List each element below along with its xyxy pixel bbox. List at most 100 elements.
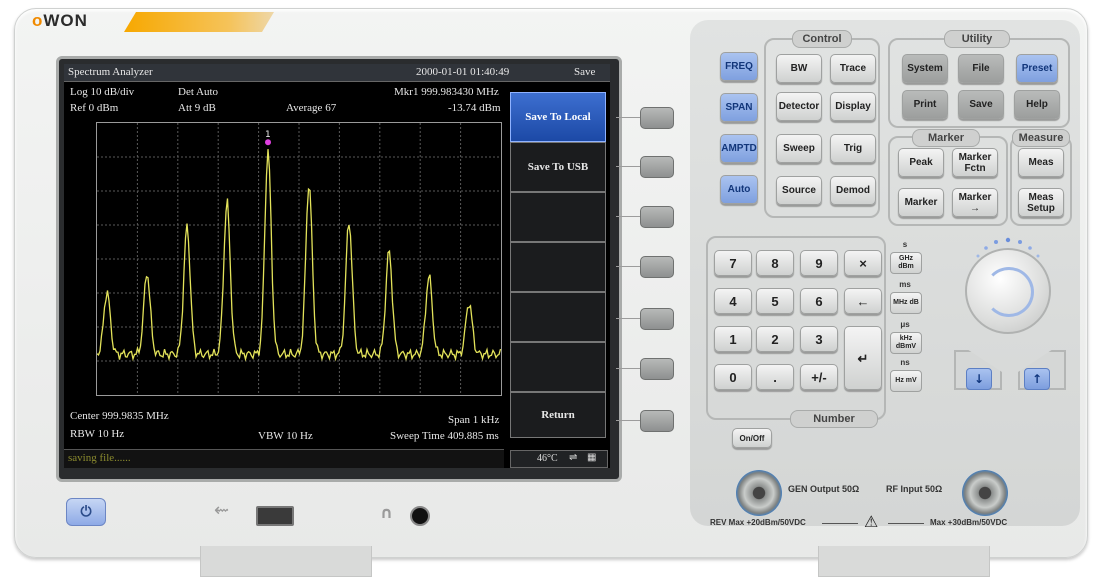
vbw-readout: VBW 10 Hz (258, 430, 313, 442)
softkey-button-6[interactable] (640, 358, 674, 380)
save-key[interactable]: Save (958, 90, 1004, 119)
brand-logo: oWON (32, 11, 88, 30)
softkey-empty-3[interactable] (510, 192, 606, 242)
file-key[interactable]: File (958, 54, 1004, 83)
unit-key-ghz[interactable]: GHz dBm (890, 252, 922, 274)
atten-readout: Att 9 dB (178, 102, 216, 114)
gen-output-connector[interactable] (736, 470, 782, 516)
clear-key[interactable]: × (844, 250, 882, 276)
storage-icon: ▦ (587, 452, 597, 463)
unit-key-mhz[interactable]: MHz dB (890, 292, 922, 314)
marker-level-readout: -13.74 dBm (448, 102, 501, 114)
preset-key[interactable]: Preset (1016, 54, 1058, 83)
gen-output-label: GEN Output 50Ω (788, 484, 860, 494)
amptd-key[interactable]: AMPTD (720, 134, 758, 163)
softkey-button-2[interactable] (640, 156, 674, 178)
key-3[interactable]: 3 (800, 326, 838, 352)
detector-key[interactable]: Detector (776, 92, 822, 121)
key-7[interactable]: 7 (714, 250, 752, 276)
span-key[interactable]: SPAN (720, 93, 758, 122)
softkey-empty-6[interactable] (510, 342, 606, 392)
softkey-return[interactable]: Return (510, 392, 606, 438)
usb-status-icon: ⇌ (569, 452, 578, 463)
temperature-indicator: 46°C ⇌ ▦ (510, 450, 608, 468)
softkey-save-to-local[interactable]: Save To Local (510, 92, 606, 142)
center-readout: Center 999.9835 MHz (70, 410, 169, 422)
key-0[interactable]: 0 (714, 364, 752, 390)
ref-readout: Ref 0 dBm (70, 102, 119, 114)
print-key[interactable]: Print (902, 90, 948, 119)
softkey-empty-5[interactable] (510, 292, 606, 342)
gen-onoff-key[interactable]: On/Off (732, 428, 772, 448)
marker-readout: Mkr1 999.983430 MHz (394, 86, 499, 98)
key-2[interactable]: 2 (756, 326, 794, 352)
softkey-button-4[interactable] (640, 256, 674, 278)
softkey-button-3[interactable] (640, 206, 674, 228)
arrow-up-key[interactable]: ↑ (1024, 368, 1050, 390)
key-5[interactable]: 5 (756, 288, 794, 314)
auto-key[interactable]: Auto (720, 175, 758, 204)
softkey-guide-4 (616, 266, 642, 267)
marker-fctn-key[interactable]: Marker Fctn (952, 148, 998, 177)
marker-to-key[interactable]: Marker → (952, 188, 998, 217)
softkey-guide-3 (616, 216, 642, 217)
trace-key[interactable]: Trace (830, 54, 876, 83)
measure-group-label: Measure (1012, 129, 1070, 147)
display-key[interactable]: Display (830, 92, 876, 121)
trig-key[interactable]: Trig (830, 134, 876, 163)
meas-setup-key[interactable]: Meas Setup (1018, 188, 1064, 217)
temperature-value: 46°C (537, 453, 558, 464)
key-9[interactable]: 9 (800, 250, 838, 276)
enter-key[interactable]: ↵ (844, 326, 882, 390)
average-readout: Average 67 (286, 102, 337, 114)
spectrum-plot: 1 (96, 122, 502, 396)
marker-key[interactable]: Marker (898, 188, 944, 217)
headphone-jack[interactable] (410, 506, 430, 526)
key-8[interactable]: 8 (756, 250, 794, 276)
marker-group-label: Marker (912, 129, 980, 147)
arrow-down-key[interactable]: ↓ (966, 368, 992, 390)
bw-key[interactable]: BW (776, 54, 822, 83)
status-message: saving file...... (68, 452, 131, 464)
power-button[interactable]: ⏻ (66, 498, 106, 526)
softkey-guide-1 (616, 117, 642, 118)
power-icon: ⏻ (80, 504, 92, 520)
key-6[interactable]: 6 (800, 288, 838, 314)
softkey-button-7[interactable] (640, 410, 674, 432)
sweep-key[interactable]: Sweep (776, 134, 822, 163)
unit-key-hz[interactable]: Hz mV (890, 370, 922, 392)
status-bar: saving file...... (64, 449, 504, 468)
sign-key[interactable]: +/- (800, 364, 838, 390)
title-bar: Spectrum Analyzer 2000-01-01 01:40:49 Sa… (64, 64, 610, 82)
knob-indicator-dots (976, 237, 1040, 258)
warning-icon: ⚠ (864, 512, 879, 531)
system-key[interactable]: System (902, 54, 948, 83)
softkey-menu: Save To Local Save To USB Return (510, 92, 608, 438)
demod-key[interactable]: Demod (830, 176, 876, 205)
softkey-guide-7 (616, 420, 642, 421)
peak-key[interactable]: Peak (898, 148, 944, 177)
detector-readout: Det Auto (178, 86, 219, 98)
softkey-button-1[interactable] (640, 107, 674, 129)
softkey-button-5[interactable] (640, 308, 674, 330)
softkey-guide-6 (616, 368, 642, 369)
softkey-empty-4[interactable] (510, 242, 606, 292)
usb-port[interactable] (256, 506, 294, 526)
freq-key[interactable]: FREQ (720, 52, 758, 81)
backspace-key[interactable]: ← (844, 288, 882, 314)
scale-readout: Log 10 dB/div (70, 86, 135, 98)
unit-key-khz[interactable]: kHz dBmV (890, 332, 922, 354)
display-screen: Spectrum Analyzer 2000-01-01 01:40:49 Sa… (64, 64, 610, 468)
key-4[interactable]: 4 (714, 288, 752, 314)
foot-left (200, 546, 372, 577)
help-key[interactable]: Help (1014, 90, 1060, 119)
meas-key[interactable]: Meas (1018, 148, 1064, 177)
label-line-right (888, 523, 924, 524)
headphone-icon: ∩ (380, 503, 393, 522)
decimal-key[interactable]: . (756, 364, 794, 390)
softkey-save-to-usb[interactable]: Save To USB (510, 142, 606, 192)
source-key[interactable]: Source (776, 176, 822, 205)
key-1[interactable]: 1 (714, 326, 752, 352)
unit-label-ns: ns (900, 358, 910, 367)
rf-input-connector[interactable] (962, 470, 1008, 516)
